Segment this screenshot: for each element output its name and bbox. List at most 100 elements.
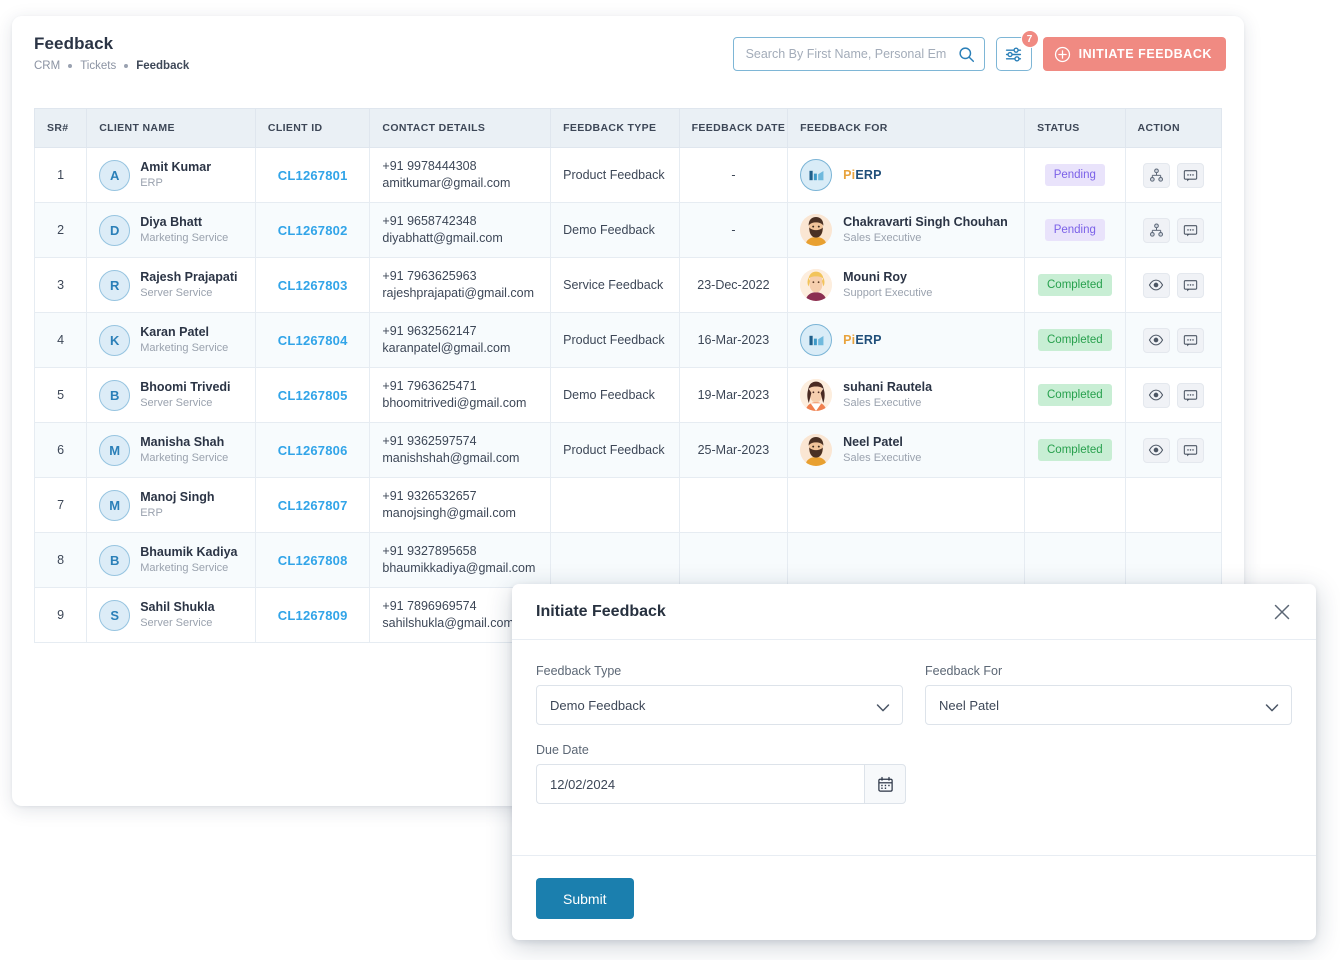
breadcrumb-item-crm[interactable]: CRM <box>34 60 60 72</box>
action-comment-button[interactable] <box>1177 438 1204 463</box>
client-id-link[interactable]: CL1267809 <box>278 608 348 623</box>
client-id-link[interactable]: CL1267807 <box>278 498 348 513</box>
action-eye-button[interactable] <box>1143 383 1170 408</box>
cell-client-name: MManoj SinghERP <box>87 478 256 533</box>
avatar-initial: M <box>99 435 130 466</box>
feedback-for-name: PiERP <box>843 333 882 347</box>
feedback-for-select[interactable]: Neel Patel <box>925 685 1292 725</box>
plus-circle-icon <box>1054 46 1071 63</box>
action-comment-button[interactable] <box>1177 273 1204 298</box>
cell-sr: 3 <box>35 258 87 313</box>
status-badge: Completed <box>1038 384 1112 406</box>
share-nodes-icon <box>1149 223 1164 238</box>
client-id-link[interactable]: CL1267806 <box>278 443 348 458</box>
cell-feedback-date: - <box>679 148 787 203</box>
cell-feedback-for: Mouni RoySupport Executive <box>788 258 1025 313</box>
column-header-sr: SR# <box>35 109 87 148</box>
action-comment-button[interactable] <box>1177 328 1204 353</box>
table-row[interactable]: 3RRajesh PrajapatiServer ServiceCL126780… <box>35 258 1222 313</box>
status-badge: Completed <box>1038 439 1112 461</box>
client-id-link[interactable]: CL1267803 <box>278 278 348 293</box>
breadcrumb-separator-dot <box>68 64 72 68</box>
client-id-link[interactable]: CL1267804 <box>278 333 348 348</box>
initiate-feedback-button[interactable]: INITIATE FEEDBACK <box>1043 37 1226 71</box>
pierp-logo-icon <box>800 324 832 356</box>
column-header-contact-details: CONTACT DETAILS <box>370 109 551 148</box>
action-eye-button[interactable] <box>1143 273 1170 298</box>
cell-status: Pending <box>1025 148 1125 203</box>
action-share-nodes-button[interactable] <box>1143 218 1170 243</box>
client-id-link[interactable]: CL1267805 <box>278 388 348 403</box>
table-row[interactable]: 8BBhaumik KadiyaMarketing ServiceCL12678… <box>35 533 1222 588</box>
client-service-text: ERP <box>140 176 211 190</box>
action-eye-button[interactable] <box>1143 438 1170 463</box>
table-row[interactable]: 7MManoj SinghERPCL1267807+91 9326532657m… <box>35 478 1222 533</box>
due-date-field: Due Date <box>536 743 906 804</box>
client-id-link[interactable]: CL1267801 <box>278 168 348 183</box>
feedback-type-select[interactable]: Demo Feedback <box>536 685 903 725</box>
action-share-nodes-button[interactable] <box>1143 163 1170 188</box>
cell-feedback-for: PiERP <box>788 148 1025 203</box>
client-service-text: Server Service <box>140 616 214 630</box>
cell-contact-details: +91 9978444308amitkumar@gmail.com <box>370 148 551 203</box>
client-id-link[interactable]: CL1267802 <box>278 223 348 238</box>
cell-feedback-for: Neel PatelSales Executive <box>788 423 1025 478</box>
cell-action <box>1125 533 1221 588</box>
submit-button[interactable]: Submit <box>536 878 634 919</box>
action-comment-button[interactable] <box>1177 218 1204 243</box>
initiate-feedback-label: INITIATE FEEDBACK <box>1079 47 1212 61</box>
table-head: SR# CLIENT NAME CLIENT ID CONTACT DETAIL… <box>35 109 1222 148</box>
feedback-for-value: Neel Patel <box>939 698 999 713</box>
breadcrumb-item-feedback: Feedback <box>136 60 189 72</box>
eye-icon <box>1148 387 1164 403</box>
avatar <box>800 214 832 246</box>
cell-feedback-date <box>679 478 787 533</box>
contact-phone: +91 9326532657 <box>382 488 538 505</box>
search-box[interactable] <box>733 37 985 71</box>
cell-contact-details: +91 9658742348diyabhatt@gmail.com <box>370 203 551 258</box>
action-eye-button[interactable] <box>1143 328 1170 353</box>
client-name-text: Manisha Shah <box>140 435 228 450</box>
cell-client-id: CL1267803 <box>255 258 369 313</box>
status-badge: Completed <box>1038 329 1112 351</box>
feedback-type-label: Feedback Type <box>536 664 903 678</box>
cell-action <box>1125 258 1221 313</box>
cell-client-id: CL1267808 <box>255 533 369 588</box>
client-service-text: Marketing Service <box>140 341 228 355</box>
eye-icon <box>1148 442 1164 458</box>
contact-phone: +91 9632562147 <box>382 323 538 340</box>
filter-button[interactable]: 7 <box>996 37 1032 71</box>
client-name-text: Rajesh Prajapati <box>140 270 237 285</box>
feedback-for-name: Neel Patel <box>843 435 921 450</box>
table-row[interactable]: 5BBhoomi TrivediServer ServiceCL1267805+… <box>35 368 1222 423</box>
client-id-link[interactable]: CL1267808 <box>278 553 348 568</box>
table-row[interactable]: 2DDiya BhattMarketing ServiceCL1267802+9… <box>35 203 1222 258</box>
table-row[interactable]: 1AAmit KumarERPCL1267801+91 9978444308am… <box>35 148 1222 203</box>
cell-action <box>1125 313 1221 368</box>
modal-title: Initiate Feedback <box>536 603 666 621</box>
calendar-icon[interactable] <box>864 764 906 804</box>
header-tools: 7 INITIATE FEEDBACK <box>733 28 1226 71</box>
cell-sr: 8 <box>35 533 87 588</box>
column-header-feedback-for: FEEDBACK FOR <box>788 109 1025 148</box>
close-icon[interactable] <box>1270 600 1294 624</box>
due-date-input[interactable] <box>536 764 864 804</box>
table-row[interactable]: 4KKaran PatelMarketing ServiceCL1267804+… <box>35 313 1222 368</box>
cell-status: Completed <box>1025 313 1125 368</box>
comment-icon <box>1183 223 1198 238</box>
cell-client-id: CL1267807 <box>255 478 369 533</box>
eye-icon <box>1148 277 1164 293</box>
contact-email: diyabhatt@gmail.com <box>382 230 538 247</box>
action-comment-button[interactable] <box>1177 163 1204 188</box>
cell-sr: 9 <box>35 588 87 643</box>
comment-icon <box>1183 168 1198 183</box>
chevron-down-icon <box>876 701 890 716</box>
action-comment-button[interactable] <box>1177 383 1204 408</box>
breadcrumb-item-tickets[interactable]: Tickets <box>80 60 116 72</box>
comment-icon <box>1183 278 1198 293</box>
feedback-for-name: suhani Rautela <box>843 380 932 395</box>
search-input[interactable] <box>734 38 984 70</box>
cell-client-id: CL1267805 <box>255 368 369 423</box>
table-row[interactable]: 6MManisha ShahMarketing ServiceCL1267806… <box>35 423 1222 478</box>
comment-icon <box>1183 443 1198 458</box>
